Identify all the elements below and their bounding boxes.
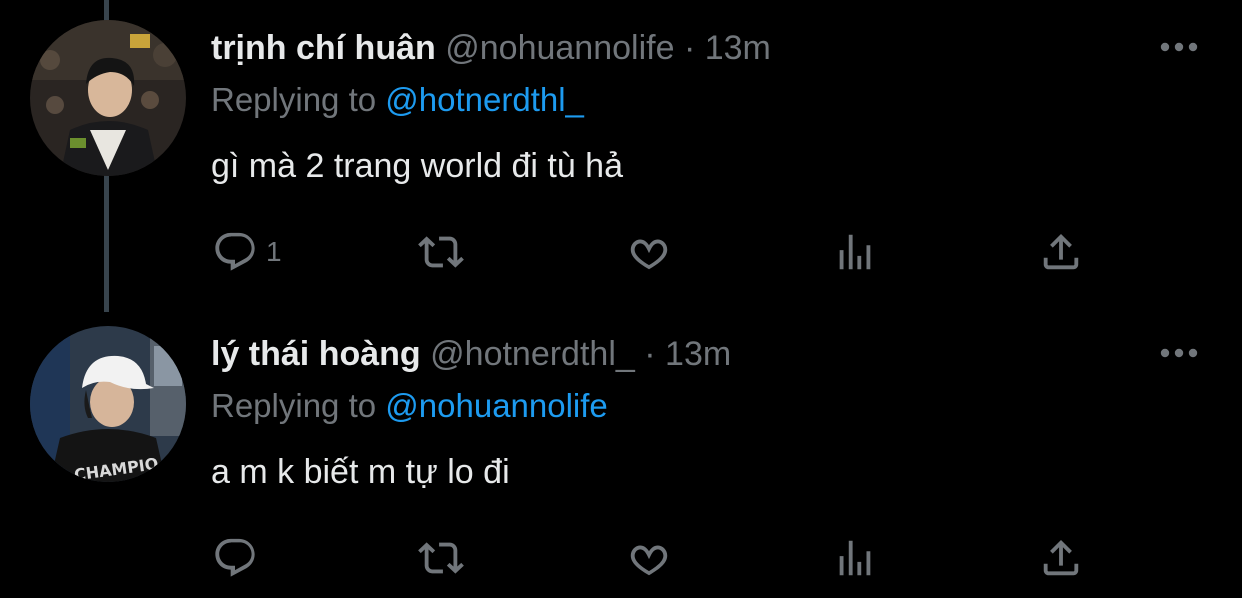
tweet-header: trịnh chí huân @nohuannolife · 13m	[211, 26, 771, 70]
replying-to-label: Replying to	[211, 387, 377, 424]
share-button[interactable]	[1038, 226, 1084, 278]
share-icon	[1043, 539, 1079, 576]
separator-dot: ·	[683, 29, 696, 67]
tweet[interactable]: CHAMPIO lý thái hoàng @hotnerdthl_ · 13m…	[0, 306, 1242, 598]
reply-icon	[215, 232, 255, 271]
replying-to: Replying to @nohuannolife	[211, 384, 608, 428]
analytics-icon	[839, 234, 871, 270]
share-icon	[1043, 233, 1079, 270]
user-handle[interactable]: @nohuannolife	[445, 29, 674, 67]
timestamp[interactable]: 13m	[705, 29, 771, 67]
analytics-icon	[839, 540, 871, 576]
reply-icon	[215, 538, 255, 577]
reply-button[interactable]	[212, 532, 266, 584]
avatar-photo: CHAMPIO	[30, 326, 186, 482]
separator-dot: ·	[644, 335, 656, 373]
tweet-text: gì mà 2 trang world đi tù hả	[211, 147, 624, 185]
display-name[interactable]: lý thái hoàng	[211, 335, 421, 373]
like-button[interactable]	[626, 226, 672, 278]
user-handle[interactable]: @hotnerdthl_	[430, 335, 635, 373]
analytics-button[interactable]	[832, 532, 878, 584]
more-icon[interactable]	[1158, 40, 1200, 54]
tweet-actions: 1	[0, 226, 1242, 278]
heart-icon	[630, 545, 668, 576]
more-icon[interactable]	[1158, 346, 1200, 360]
mention-link[interactable]: @hotnerdthl_	[385, 81, 584, 118]
retweet-icon	[418, 236, 464, 268]
replying-to-label: Replying to	[211, 81, 377, 118]
display-name[interactable]: trịnh chí huân	[211, 29, 436, 67]
reply-button[interactable]: 1	[212, 226, 282, 278]
timestamp[interactable]: 13m	[665, 335, 731, 373]
tweet-text: a m k biết m tự lo đi	[211, 453, 510, 491]
like-button[interactable]	[626, 532, 672, 584]
tweet-actions	[0, 532, 1242, 584]
retweet-button[interactable]	[418, 532, 464, 584]
mention-link[interactable]: @nohuannolife	[385, 387, 608, 424]
tweet[interactable]: trịnh chí huân @nohuannolife · 13m Reply…	[0, 0, 1242, 300]
avatar[interactable]	[30, 20, 186, 176]
retweet-button[interactable]	[418, 226, 464, 278]
tweet-header: lý thái hoàng @hotnerdthl_ · 13m	[211, 332, 731, 376]
avatar-photo	[30, 20, 186, 176]
replying-to: Replying to @hotnerdthl_	[211, 78, 584, 122]
retweet-icon	[418, 542, 464, 574]
share-button[interactable]	[1038, 532, 1084, 584]
analytics-button[interactable]	[832, 226, 878, 278]
avatar[interactable]: CHAMPIO	[30, 326, 186, 482]
reply-count: 1	[266, 236, 282, 267]
heart-icon	[630, 239, 668, 270]
